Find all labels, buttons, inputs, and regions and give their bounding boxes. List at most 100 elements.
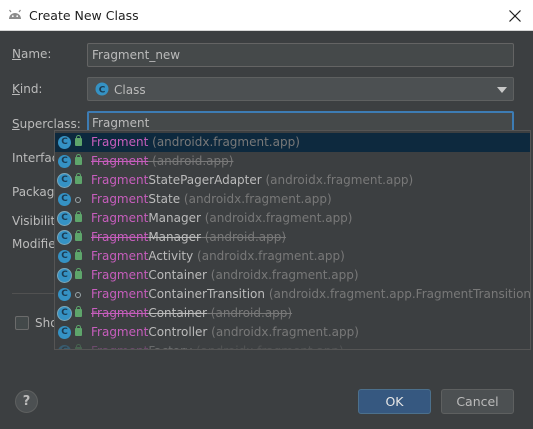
public-visibility-icon xyxy=(75,154,82,165)
suggestion-item[interactable]: C FragmentContainer (android.app) xyxy=(55,304,530,323)
suggestion-package: (androidx.fragment.app) xyxy=(261,173,414,187)
suggestion-name-rest: Factory xyxy=(148,344,192,349)
suggestion-text: Fragment (androidx.fragment.app) xyxy=(91,135,300,149)
window-title: Create New Class xyxy=(29,8,139,23)
suggestion-package: (androidx.fragment.app) xyxy=(206,268,359,282)
suggestion-text: FragmentStatePagerAdapter (androidx.frag… xyxy=(91,173,413,187)
package-visibility-icon xyxy=(75,197,81,203)
public-visibility-icon xyxy=(75,211,82,222)
suggestion-package: (androidx.fragment.app) xyxy=(207,325,359,339)
suggestion-match: Fragment xyxy=(91,306,149,320)
cancel-button[interactable]: Cancel xyxy=(441,389,514,414)
suggestion-match: Fragment xyxy=(91,192,149,206)
suggestion-text: FragmentManager (androidx.fragment.app) xyxy=(91,211,352,225)
suggestion-package: (androidx.fragment.app) xyxy=(200,211,353,225)
public-visibility-icon xyxy=(75,325,82,336)
class-icon: C xyxy=(58,326,71,339)
public-visibility-icon xyxy=(75,344,82,349)
suggestion-name-rest: ContainerTransition xyxy=(148,287,265,301)
class-icon: C xyxy=(58,193,71,206)
suggestion-item[interactable]: C FragmentManager (androidx.fragment.app) xyxy=(55,209,530,228)
svg-text:C: C xyxy=(99,86,106,96)
suggestion-match: Fragment xyxy=(91,287,149,301)
suggestion-text: FragmentManager (android.app) xyxy=(91,230,286,244)
kind-value: Class xyxy=(114,83,146,97)
suggestion-item[interactable]: C Fragment (android.app) xyxy=(55,152,530,171)
suggestion-match: Fragment xyxy=(91,268,149,282)
suggestion-text: FragmentContainerTransition (androidx.fr… xyxy=(91,287,531,301)
suggestion-name-rest: StatePagerAdapter xyxy=(148,173,262,187)
abstract-class-icon: C xyxy=(58,307,71,320)
suggestion-text: FragmentContainer (androidx.fragment.app… xyxy=(91,268,359,282)
suggestion-match: Fragment xyxy=(91,344,148,349)
class-icon: C xyxy=(58,155,71,168)
class-icon: C xyxy=(58,345,71,349)
kind-dropdown[interactable]: C Class xyxy=(87,77,514,101)
close-button[interactable] xyxy=(497,3,533,29)
abstract-class-icon: C xyxy=(58,269,71,282)
name-label: Name: xyxy=(12,47,52,61)
suggestion-item[interactable]: C FragmentActivity (androidx.fragment.app… xyxy=(55,247,530,266)
suggestion-match: Fragment xyxy=(91,230,149,244)
suggestion-package: (androidx.fragment.app) xyxy=(193,249,345,263)
public-visibility-icon xyxy=(75,173,82,184)
suggestion-name-rest: Container xyxy=(148,306,207,320)
suggestion-item[interactable]: C FragmentState (androidx.fragment.app) xyxy=(55,190,530,209)
public-visibility-icon xyxy=(75,249,82,260)
suggestion-item[interactable]: C FragmentStatePagerAdapter (androidx.fra… xyxy=(55,171,530,190)
class-icon: C xyxy=(58,136,71,149)
superclass-label: Superclass: xyxy=(12,117,81,131)
package-visibility-icon xyxy=(75,292,81,298)
class-icon: C xyxy=(58,250,71,263)
suggestion-name-rest: Container xyxy=(148,268,207,282)
suggestion-match: Fragment xyxy=(91,211,149,225)
suggestion-text: Fragment (android.app) xyxy=(91,154,233,168)
suggestion-match: Fragment xyxy=(91,249,149,263)
suggestion-text: FragmentContainer (android.app) xyxy=(91,306,292,320)
suggestion-package: (androidx.fragment.app.FragmentTransitio… xyxy=(265,287,531,301)
chevron-down-icon xyxy=(497,87,507,93)
suggestion-package: (androidx.fragment.app) xyxy=(192,344,344,349)
help-button[interactable]: ? xyxy=(15,390,38,413)
suggestion-name-rest: State xyxy=(148,192,181,206)
interfaces-label: Interfac xyxy=(12,151,59,165)
suggestion-package: (android.app) xyxy=(148,154,234,168)
suggestion-item[interactable]: C FragmentContainerTransition (androidx.f… xyxy=(55,285,531,304)
suggestion-item[interactable]: C FragmentManager (android.app) xyxy=(55,228,530,247)
suggestion-name-rest: Manager xyxy=(148,230,201,244)
modifiers-label: Modifie xyxy=(12,237,56,251)
abstract-class-icon: C xyxy=(58,231,71,244)
title-bar: Create New Class xyxy=(0,0,533,31)
android-icon xyxy=(9,9,21,19)
suggestion-package: (androidx.fragment.app) xyxy=(148,135,300,149)
suggestion-text: FragmentActivity (androidx.fragment.app) xyxy=(91,249,345,263)
suggestion-text: FragmentFactory (androidx.fragment.app) xyxy=(91,344,344,349)
public-visibility-icon xyxy=(75,306,82,317)
suggestion-package: (android.app) xyxy=(200,230,287,244)
suggestion-match: Fragment xyxy=(91,154,149,168)
autocomplete-popup: C Fragment (androidx.fragment.app) C Fragme… xyxy=(54,130,531,350)
suggestion-text: FragmentState (androidx.fragment.app) xyxy=(91,192,332,206)
divider xyxy=(12,293,55,294)
suggestion-text: FragmentController (androidx.fragment.ap… xyxy=(91,325,359,339)
suggestion-item[interactable]: C FragmentFactory (androidx.fragment.app) xyxy=(55,342,530,349)
close-icon xyxy=(509,10,521,22)
abstract-class-icon: C xyxy=(58,174,71,187)
suggestion-item[interactable]: C FragmentController (androidx.fragment.a… xyxy=(55,323,530,342)
class-icon: C xyxy=(58,288,71,301)
suggestion-item[interactable]: C FragmentContainer (androidx.fragment.ap… xyxy=(55,266,530,285)
ok-button[interactable]: OK xyxy=(358,389,431,414)
suggestion-name-rest: Manager xyxy=(148,211,201,225)
public-visibility-icon xyxy=(75,268,82,279)
suggestion-item[interactable]: C Fragment (androidx.fragment.app) xyxy=(55,133,530,152)
abstract-class-icon: C xyxy=(58,212,71,225)
suggestion-match: Fragment xyxy=(91,135,149,149)
public-visibility-icon xyxy=(75,135,82,146)
suggestion-package: (androidx.fragment.app) xyxy=(180,192,332,206)
suggestion-match: Fragment xyxy=(91,325,149,339)
public-visibility-icon xyxy=(75,230,82,241)
name-field[interactable]: Fragment_new xyxy=(87,43,514,67)
suggestion-package: (android.app) xyxy=(206,306,293,320)
kind-label: Kind: xyxy=(12,82,43,96)
show-select-popup-checkbox[interactable] xyxy=(15,316,29,330)
